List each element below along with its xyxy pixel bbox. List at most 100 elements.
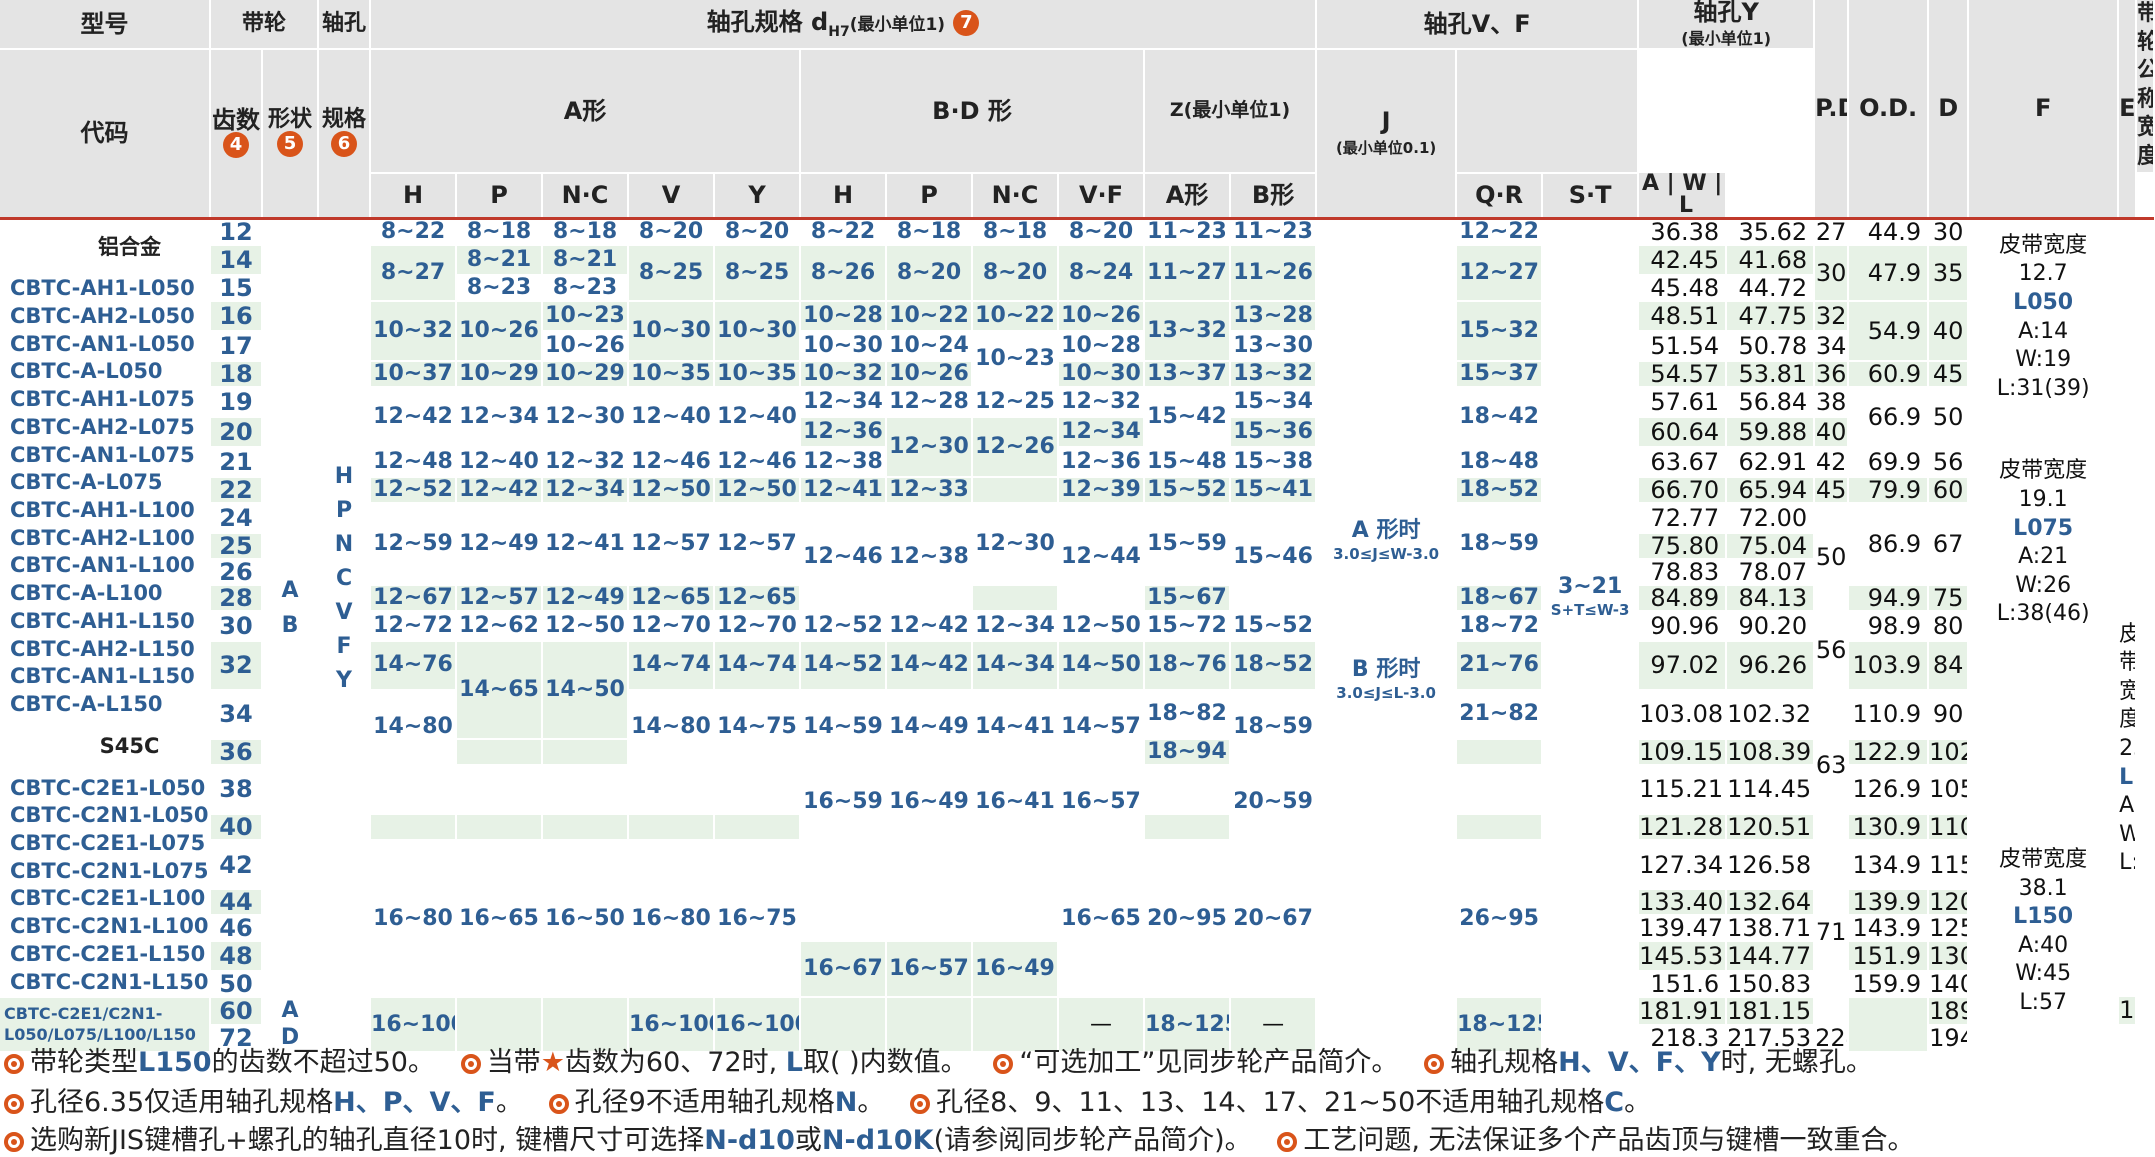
od-cell: 41.68 xyxy=(1726,244,1816,276)
od-cell: 181.15 xyxy=(1726,997,1816,1026)
shape-a: A xyxy=(281,577,299,603)
note-highlight: H、V、F、Y xyxy=(1558,1047,1721,1078)
bore-cell: 12~50 xyxy=(542,610,630,642)
bullet-icon xyxy=(4,1131,24,1152)
od-cell: 120.51 xyxy=(1726,813,1816,841)
code-item: CBTC-AH2-L100 xyxy=(10,525,195,550)
teeth-cell: 21 xyxy=(210,446,263,478)
code-bottom-1: CBTC-C2E1/C2N1- xyxy=(4,1003,163,1023)
od-cell: 144.77 xyxy=(1726,941,1816,973)
bore-title-sub: H7 xyxy=(828,23,850,40)
bore-cell: 14~57 xyxy=(1058,689,1146,766)
e-cell: 140 xyxy=(1928,971,1970,999)
code-item: CBTC-AH2-L075 xyxy=(10,414,195,439)
e-cell: 50 xyxy=(1928,386,1970,448)
bore-cell: 8~25 xyxy=(714,244,802,302)
bore-cell: 14~80 xyxy=(370,689,458,766)
e-cell: 120 xyxy=(1928,889,1970,917)
bore-letter: P xyxy=(335,497,353,523)
bore-letter: H xyxy=(334,463,354,489)
y-title: 轴孔Y xyxy=(1693,0,1759,26)
bore-cell: 12~49 xyxy=(456,502,544,586)
bore-cell: 12~34 xyxy=(542,476,630,504)
bore-cell: 15~52 xyxy=(1230,610,1318,642)
teeth-cell: 32 xyxy=(210,640,263,691)
width-l: L:57 xyxy=(2019,989,2067,1015)
note-highlight: L xyxy=(785,1047,804,1078)
bore-cell: 18~48 xyxy=(1456,446,1544,478)
bore-cell: 16~80 xyxy=(370,839,458,999)
od-cell: 150.83 xyxy=(1726,971,1816,999)
sub-p-a: P xyxy=(456,172,544,220)
od-cell: 108.39 xyxy=(1726,738,1816,766)
teeth-cell: 16 xyxy=(210,300,263,332)
bore-cell: 21~82 xyxy=(1456,689,1544,740)
note-text: 。 xyxy=(1624,1087,1652,1118)
e-cell: 80 xyxy=(1928,610,1970,642)
bore-cell: 12~49 xyxy=(542,584,630,612)
bore-letters-cell: H P N C V F Y xyxy=(318,218,372,1054)
od-cell: 62.91 xyxy=(1726,446,1816,478)
header-awl: A | W | L xyxy=(1638,172,1728,220)
d-cell: 30 xyxy=(1814,244,1850,302)
teeth-cell: 42 xyxy=(210,839,263,891)
pd-cell: 181.91 xyxy=(1638,997,1728,1026)
bore-cell: 12~50 xyxy=(714,476,802,504)
d-cell: 42 xyxy=(1814,446,1850,478)
width-code: L075 xyxy=(2013,515,2074,541)
f-cell: 139.9 xyxy=(1848,889,1930,917)
bore-cell: 8~18 xyxy=(886,218,974,246)
teeth-cell: 26 xyxy=(210,558,263,586)
bore-cell: 15~48 xyxy=(1144,446,1232,478)
f-cell: 47.9 xyxy=(1848,244,1930,302)
f-cell: 60.9 xyxy=(1848,360,1930,388)
od-cell: 65.94 xyxy=(1726,476,1816,504)
bullet-icon xyxy=(4,1053,24,1074)
bore-cell: 20~67 xyxy=(1230,839,1318,999)
bore-cell: 11~26 xyxy=(1230,244,1318,302)
note-text: 时, 无螺孔。 xyxy=(1720,1047,1873,1078)
f-cell: 98.9 xyxy=(1848,610,1930,642)
bore-cell: 12~52 xyxy=(800,610,888,642)
e-cell: 160 xyxy=(2118,997,2138,1026)
od-cell: 132.64 xyxy=(1726,889,1816,917)
od-cell: 72.00 xyxy=(1726,502,1816,534)
bore-title-text: 轴孔规格 d xyxy=(706,7,829,36)
bore-cell xyxy=(456,764,544,815)
code-item: CBTC-C2N1-L100 xyxy=(10,914,209,939)
st-range: 3~21 xyxy=(1557,573,1623,599)
bore-cell: 12~62 xyxy=(456,610,544,642)
od-cell: 138.71 xyxy=(1726,915,1816,943)
width-a: A:27 xyxy=(2119,793,2134,819)
bore-cell: 12~38 xyxy=(886,502,974,612)
bore-cell: 16~65 xyxy=(1058,839,1146,999)
bore-cell: 8~21 xyxy=(456,244,544,276)
bore-cell: 18~94 xyxy=(1144,738,1232,766)
bore-cell: 12~65 xyxy=(628,584,716,612)
bore-cell: 13~28 xyxy=(1230,300,1318,332)
bore-cell: 8~26 xyxy=(800,244,888,302)
bore-cell: 12~36 xyxy=(800,416,888,448)
note-text: 。 xyxy=(495,1087,523,1118)
sub-p-b: P xyxy=(886,172,974,220)
note-text: 或 xyxy=(794,1125,822,1156)
header-bore-title: 轴孔规格 dH7(最小单位1) 7 xyxy=(370,0,1318,50)
width-block-l100: 皮带宽度 25.4 L100 A:27 W:32 L:44(53) xyxy=(2118,610,2138,891)
bore-cell xyxy=(542,813,630,841)
sub-nc-b: N·C xyxy=(972,172,1060,220)
pd-cell: 63.67 xyxy=(1638,446,1728,478)
od-cell: 44.72 xyxy=(1726,274,1816,302)
bore-letter: V xyxy=(335,599,353,625)
awl-a: A xyxy=(1641,172,1659,196)
d-cell: 63 xyxy=(1814,689,1850,841)
bore-cell: 14~65 xyxy=(456,640,544,740)
bore-cell: 14~76 xyxy=(370,640,458,691)
d-cell: 27 xyxy=(1814,218,1850,246)
teeth-cell: 44 xyxy=(210,889,263,917)
header-pulley-shape: 带轮 xyxy=(210,0,320,50)
st-column: 3~21 S+T≤W-3 xyxy=(1542,218,1640,1054)
teeth-cell: 34 xyxy=(210,689,263,740)
bore-cell: 14~42 xyxy=(886,640,974,691)
bore-cell: 10~22 xyxy=(972,300,1060,332)
spec-table: 型号 带轮 轴孔 轴孔规格 dH7(最小单位1) 7 轴孔V、F 轴孔Y (最小… xyxy=(0,0,2155,1054)
